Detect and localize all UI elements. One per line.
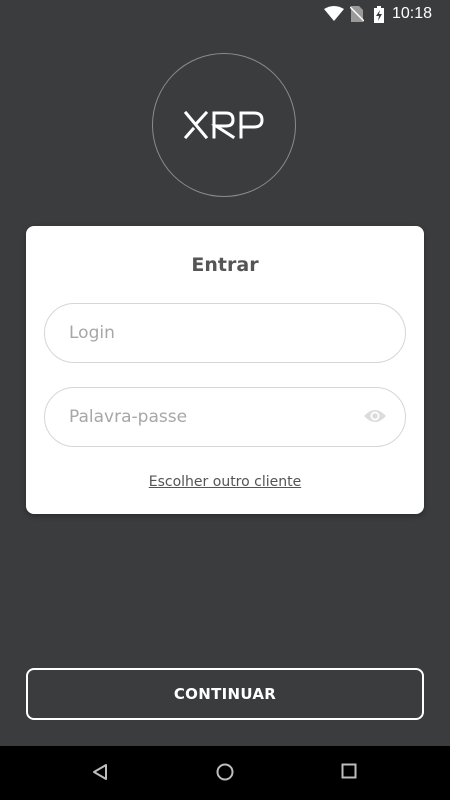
card-title: Entrar [191, 254, 259, 276]
continue-button[interactable]: CONTINUAR [26, 668, 424, 720]
login-field-wrapper [44, 303, 406, 363]
nav-bar [0, 746, 450, 800]
xrp-logo-icon [184, 111, 264, 139]
recents-icon[interactable] [341, 763, 357, 779]
eye-icon[interactable] [363, 408, 387, 424]
password-field-wrapper [44, 387, 406, 447]
choose-client-link[interactable]: Escolher outro cliente [26, 474, 424, 490]
password-input[interactable] [69, 388, 349, 446]
login-input[interactable] [69, 304, 349, 362]
battery-charging-icon [374, 6, 384, 23]
status-time: 10:18 [391, 5, 432, 22]
login-card: Entrar Escolher outro cliente [26, 226, 424, 514]
logo [152, 53, 296, 197]
home-icon[interactable] [216, 763, 234, 781]
back-icon[interactable] [92, 763, 108, 781]
status-bar: 10:18 [0, 0, 450, 28]
wifi-icon [324, 6, 344, 21]
no-sim-icon [350, 6, 364, 22]
